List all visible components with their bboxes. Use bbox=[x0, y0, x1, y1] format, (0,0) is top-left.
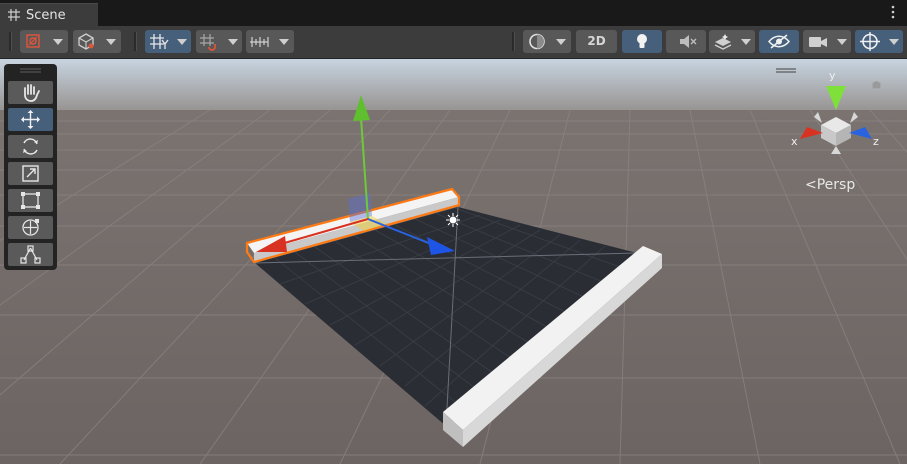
effects-layers-icon bbox=[714, 34, 732, 50]
tools-overlay bbox=[4, 64, 57, 270]
audio-toggle[interactable] bbox=[666, 30, 706, 53]
move-icon bbox=[21, 110, 40, 129]
scale-tool[interactable] bbox=[8, 162, 53, 185]
transform-icon bbox=[22, 219, 39, 236]
2d-mode-toggle[interactable]: 2D bbox=[576, 30, 617, 53]
chevron-down-icon bbox=[556, 39, 566, 45]
hand-tool[interactable] bbox=[8, 81, 53, 104]
gizmo-z-label: z bbox=[873, 135, 879, 148]
chevron-down-icon bbox=[228, 39, 238, 45]
camera-icon bbox=[809, 37, 827, 47]
custom-editor-tool[interactable] bbox=[8, 243, 53, 266]
toolbar-separator bbox=[134, 32, 137, 51]
hand-icon bbox=[24, 84, 40, 102]
chevron-down-icon bbox=[889, 39, 899, 45]
chevron-down-icon bbox=[177, 39, 187, 45]
projection-toggle[interactable]: <Persp bbox=[805, 177, 855, 193]
toolbar-grip bbox=[9, 32, 12, 51]
lightbulb-icon bbox=[637, 34, 647, 48]
grid-visibility-toggle[interactable] bbox=[145, 30, 191, 53]
chevron-down-icon bbox=[53, 39, 63, 45]
draw-mode-icon bbox=[26, 34, 40, 48]
chevron-down-icon bbox=[837, 39, 847, 45]
scene-viewport[interactable]: y x z bbox=[0, 59, 907, 464]
shading-mode-dropdown[interactable] bbox=[523, 30, 571, 53]
custom-tool-icon bbox=[20, 245, 41, 264]
gizmo-y-label: y bbox=[829, 69, 836, 82]
increment-snap-icon bbox=[200, 34, 216, 51]
scale-icon bbox=[22, 165, 39, 182]
gizmo-x-label: x bbox=[791, 135, 798, 148]
gizmo-crosshair-icon bbox=[860, 32, 880, 51]
audio-mute-icon bbox=[680, 35, 697, 48]
tab-bar: Scene bbox=[0, 0, 907, 26]
render-mode-dropdown[interactable] bbox=[73, 30, 121, 53]
transform-tool[interactable] bbox=[8, 216, 53, 239]
rect-tool[interactable] bbox=[8, 189, 53, 212]
2d-label: 2D bbox=[587, 34, 606, 48]
gizmos-dropdown[interactable] bbox=[855, 30, 903, 53]
sphere-shading-icon bbox=[529, 33, 545, 50]
scene-tab[interactable]: Scene bbox=[0, 3, 98, 26]
chevron-down-icon bbox=[279, 39, 289, 45]
move-tool[interactable] bbox=[8, 108, 53, 131]
effects-dropdown[interactable] bbox=[709, 30, 755, 53]
rect-transform-icon bbox=[21, 192, 40, 209]
scene-visibility-toggle[interactable] bbox=[759, 30, 799, 53]
grid-snap-icon bbox=[150, 34, 169, 49]
toolbar-separator bbox=[512, 32, 515, 51]
tab-label: Scene bbox=[26, 7, 66, 23]
rotate-icon bbox=[23, 138, 38, 155]
camera-dropdown[interactable] bbox=[803, 30, 851, 53]
chevron-down-icon bbox=[741, 39, 751, 45]
panel-grip bbox=[20, 68, 41, 73]
grid-hash-icon bbox=[8, 6, 20, 25]
kebab-menu-icon[interactable] bbox=[891, 5, 895, 19]
rotate-tool[interactable] bbox=[8, 135, 53, 158]
ruler-icon bbox=[250, 37, 269, 47]
lighting-toggle[interactable] bbox=[622, 30, 662, 53]
ruler-dropdown[interactable] bbox=[246, 30, 294, 53]
projection-label: Persp bbox=[816, 177, 856, 193]
chevron-down-icon bbox=[106, 39, 116, 45]
draw-mode-dropdown[interactable] bbox=[20, 30, 68, 53]
increment-snap-dropdown[interactable] bbox=[196, 30, 242, 53]
scene-toolbar: 2D bbox=[0, 26, 907, 59]
eye-hidden-icon bbox=[768, 34, 790, 49]
cube-render-icon bbox=[78, 33, 94, 50]
scene-canvas[interactable] bbox=[0, 59, 907, 464]
chevron-left-icon: < bbox=[805, 177, 817, 193]
directional-light-icon[interactable] bbox=[446, 213, 460, 227]
lock-icon[interactable] bbox=[872, 81, 881, 89]
